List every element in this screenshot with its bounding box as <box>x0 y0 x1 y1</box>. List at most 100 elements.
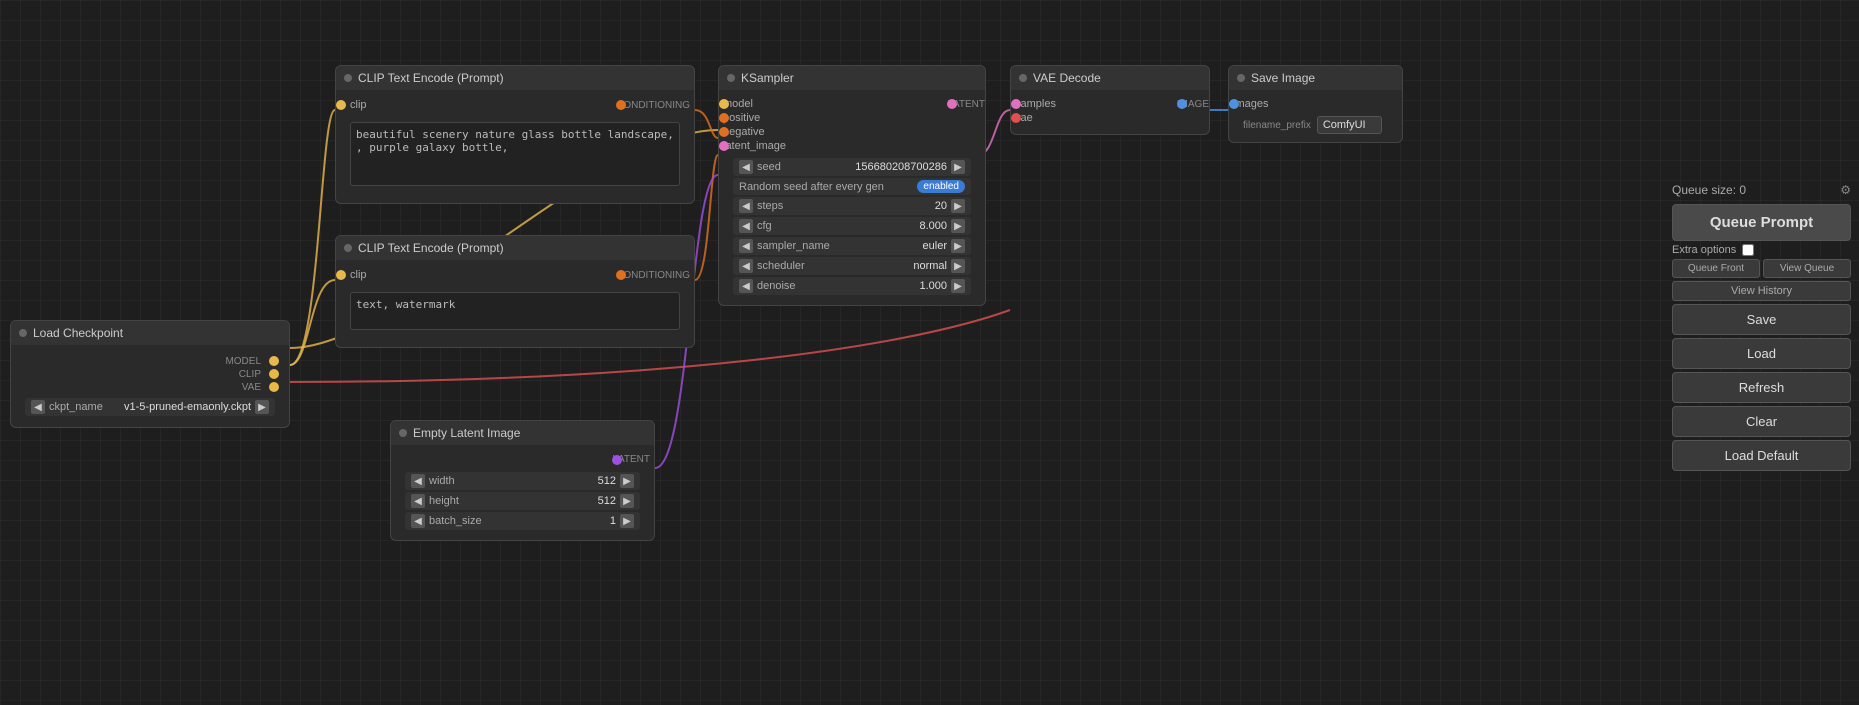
clip-in-port-1[interactable] <box>336 100 346 110</box>
view-queue-button[interactable]: View Queue <box>1763 259 1851 278</box>
denoise-prev-btn[interactable]: ◀ <box>739 279 753 293</box>
ksampler-positive-in[interactable] <box>719 113 729 123</box>
refresh-button[interactable]: Refresh <box>1672 372 1851 403</box>
clip-text-encode-1-node: CLIP Text Encode (Prompt) clip CONDITION… <box>335 65 695 204</box>
denoise-param: ◀ denoise 1.000 ▶ <box>733 277 971 295</box>
save-image-title: Save Image <box>1251 71 1315 85</box>
sampler-name-value: euler <box>867 240 947 252</box>
steps-prev-btn[interactable]: ◀ <box>739 199 753 213</box>
vae-output-port[interactable] <box>269 382 279 392</box>
ksampler-header: KSampler <box>719 66 985 90</box>
random-seed-toggle[interactable]: enabled <box>917 180 965 193</box>
width-label: width <box>429 475 532 487</box>
steps-next-btn[interactable]: ▶ <box>951 199 965 213</box>
cfg-next-btn[interactable]: ▶ <box>951 219 965 233</box>
denoise-label: denoise <box>757 280 863 292</box>
node-status-dot-1 <box>344 74 352 82</box>
sampler-prev-btn[interactable]: ◀ <box>739 239 753 253</box>
right-panel: Queue size: 0 ⚙ Queue Prompt Extra optio… <box>1664 175 1859 479</box>
clip-in-label-2: clip <box>350 269 367 281</box>
vae-port-label: VAE <box>242 382 261 393</box>
vae-decode-image-out[interactable] <box>1177 99 1187 109</box>
clip-text-input-1[interactable] <box>350 122 680 186</box>
random-seed-label: Random seed after every gen <box>739 181 913 193</box>
latent-out-port[interactable] <box>612 455 622 465</box>
vae-decode-node: VAE Decode samples IMAGE vae <box>1010 65 1210 135</box>
batch-next-btn[interactable]: ▶ <box>620 514 634 528</box>
filename-prefix-label: filename_prefix <box>1243 120 1311 131</box>
width-next-btn[interactable]: ▶ <box>620 474 634 488</box>
width-param: ◀ width 512 ▶ <box>405 472 640 490</box>
cfg-label: cfg <box>757 220 863 232</box>
node-status-dot-2 <box>344 244 352 252</box>
load-checkpoint-node: Load Checkpoint MODEL CLIP VAE ◀ ckpt_na… <box>10 320 290 428</box>
vae-decode-header: VAE Decode <box>1011 66 1209 90</box>
save-image-header: Save Image <box>1229 66 1402 90</box>
clip-text-input-2[interactable] <box>350 292 680 330</box>
queue-prompt-button[interactable]: Queue Prompt <box>1672 204 1851 241</box>
vae-decode-vae-in[interactable] <box>1011 113 1021 123</box>
clip-text-encode-2-node: CLIP Text Encode (Prompt) clip CONDITION… <box>335 235 695 348</box>
clip-text-encode-1-title: CLIP Text Encode (Prompt) <box>358 71 504 85</box>
ksampler-latent-in[interactable] <box>719 141 729 151</box>
ksampler-negative-in[interactable] <box>719 127 729 137</box>
queue-front-button[interactable]: Queue Front <box>1672 259 1760 278</box>
clear-button[interactable]: Clear <box>1672 406 1851 437</box>
width-prev-btn[interactable]: ◀ <box>411 474 425 488</box>
conditioning-out-label-2: CONDITIONING <box>616 270 690 281</box>
clip-in-label-1: clip <box>350 99 367 111</box>
ckpt-next-btn[interactable]: ▶ <box>255 400 269 414</box>
random-seed-param: Random seed after every gen enabled <box>733 178 971 195</box>
settings-gear-icon[interactable]: ⚙ <box>1840 183 1851 197</box>
batch-value: 1 <box>536 515 616 527</box>
model-output-port[interactable] <box>269 356 279 366</box>
view-history-button[interactable]: View History <box>1672 281 1851 301</box>
seed-next-btn[interactable]: ▶ <box>951 160 965 174</box>
scheduler-prev-btn[interactable]: ◀ <box>739 259 753 273</box>
filename-prefix-input[interactable] <box>1317 116 1382 134</box>
denoise-value: 1.000 <box>867 280 947 292</box>
clip-output-port[interactable] <box>269 369 279 379</box>
node-status-dot-3 <box>399 429 407 437</box>
ksampler-model-in[interactable] <box>719 99 729 109</box>
clip-text-encode-2-title: CLIP Text Encode (Prompt) <box>358 241 504 255</box>
vae-decode-samples-in[interactable] <box>1011 99 1021 109</box>
save-button[interactable]: Save <box>1672 304 1851 335</box>
load-button[interactable]: Load <box>1672 338 1851 369</box>
sampler-next-btn[interactable]: ▶ <box>951 239 965 253</box>
sub-buttons-row: Queue Front View Queue <box>1672 259 1851 278</box>
batch-size-param: ◀ batch_size 1 ▶ <box>405 512 640 530</box>
queue-size-label: Queue size: 0 <box>1672 183 1746 197</box>
cfg-prev-btn[interactable]: ◀ <box>739 219 753 233</box>
seed-label: seed <box>757 161 851 173</box>
ckpt-prev-btn[interactable]: ◀ <box>31 400 45 414</box>
scheduler-param: ◀ scheduler normal ▶ <box>733 257 971 275</box>
vae-decode-title: VAE Decode <box>1033 71 1101 85</box>
clip-in-port-2[interactable] <box>336 270 346 280</box>
denoise-next-btn[interactable]: ▶ <box>951 279 965 293</box>
seed-param: ◀ seed 156680208700286 ▶ <box>733 158 971 176</box>
node-status-dot-6 <box>1237 74 1245 82</box>
height-next-btn[interactable]: ▶ <box>620 494 634 508</box>
seed-prev-btn[interactable]: ◀ <box>739 160 753 174</box>
clip-port-label: CLIP <box>239 369 261 380</box>
node-status-dot-4 <box>727 74 735 82</box>
queue-header: Queue size: 0 ⚙ <box>1672 183 1851 197</box>
height-value: 512 <box>536 495 616 507</box>
canvas: Load Checkpoint MODEL CLIP VAE ◀ ckpt_na… <box>0 0 1859 705</box>
height-param: ◀ height 512 ▶ <box>405 492 640 510</box>
batch-prev-btn[interactable]: ◀ <box>411 514 425 528</box>
save-image-node: Save Image images filename_prefix <box>1228 65 1403 143</box>
save-image-in[interactable] <box>1229 99 1239 109</box>
extra-options-checkbox[interactable] <box>1742 244 1754 256</box>
height-prev-btn[interactable]: ◀ <box>411 494 425 508</box>
ckpt-param-row[interactable]: ◀ ckpt_name v1-5-pruned-emaonly.ckpt ▶ <box>25 398 275 416</box>
sampler-name-param: ◀ sampler_name euler ▶ <box>733 237 971 255</box>
empty-latent-title: Empty Latent Image <box>413 426 520 440</box>
cfg-param: ◀ cfg 8.000 ▶ <box>733 217 971 235</box>
scheduler-next-btn[interactable]: ▶ <box>951 259 965 273</box>
load-default-button[interactable]: Load Default <box>1672 440 1851 471</box>
extra-options-label: Extra options <box>1672 244 1736 256</box>
scheduler-value: normal <box>867 260 947 272</box>
ckpt-name-label: ckpt_name <box>49 401 120 413</box>
